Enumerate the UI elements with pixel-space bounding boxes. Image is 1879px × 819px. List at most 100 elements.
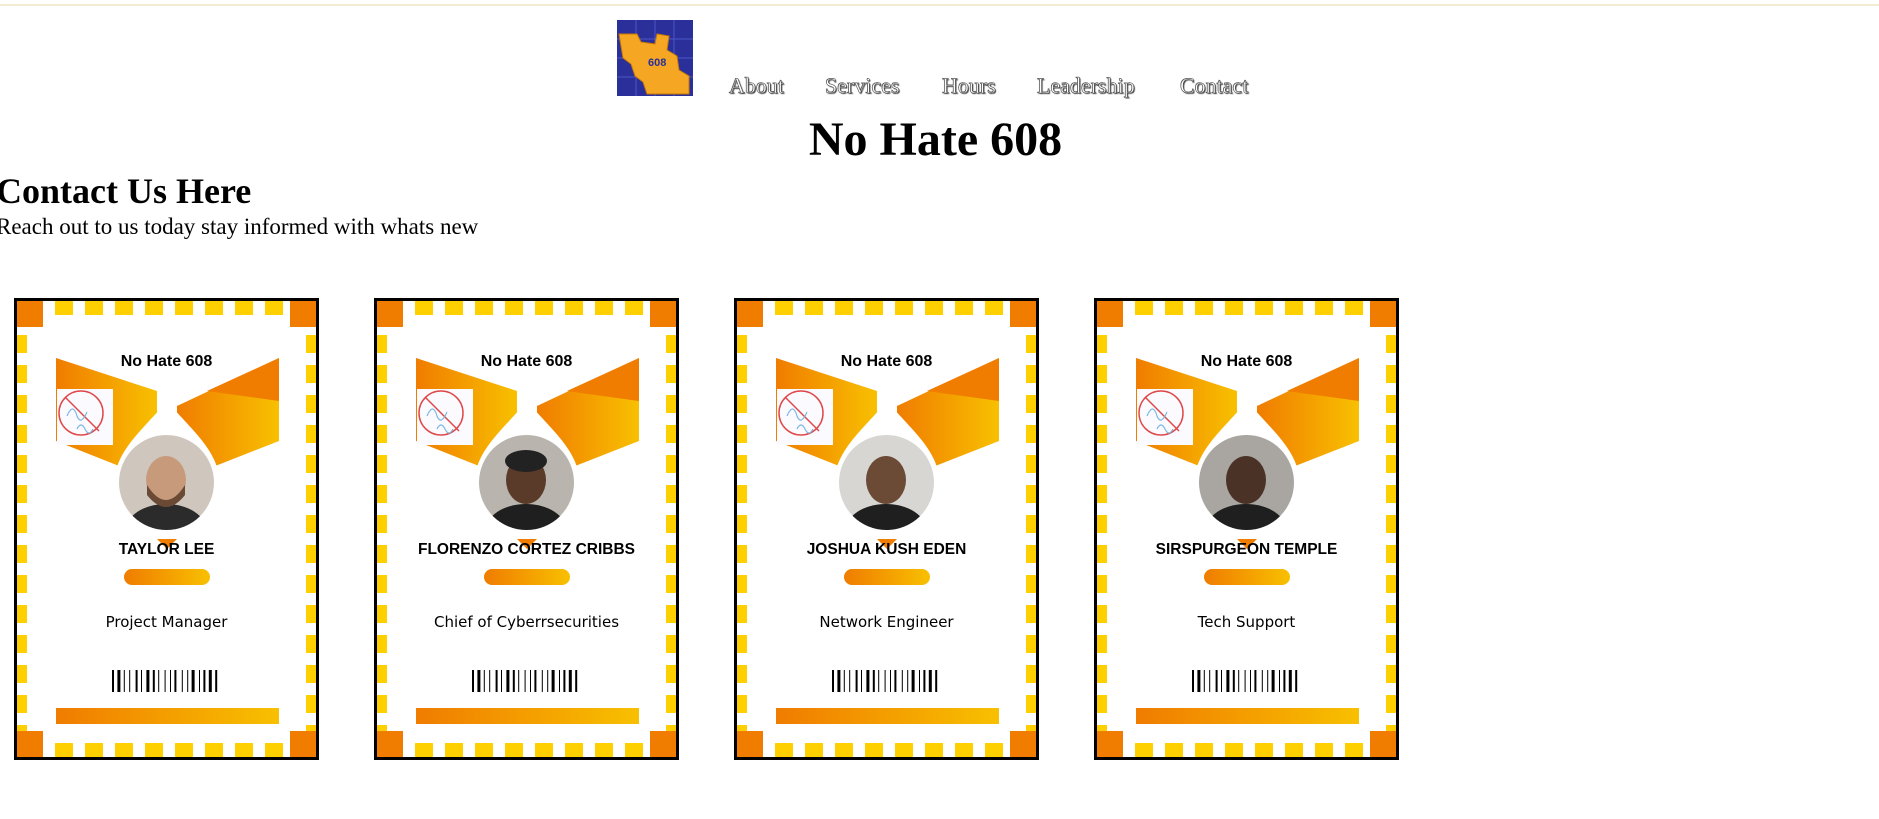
avatar-photo	[1199, 435, 1294, 530]
frame-dash	[475, 301, 493, 315]
frame-dash	[306, 635, 316, 653]
frame-dash	[1026, 695, 1036, 713]
badge-title: No Hate 608	[840, 353, 933, 370]
nav-about-link[interactable]: About	[729, 73, 785, 99]
avatar	[475, 431, 578, 534]
frame-dash	[666, 485, 676, 503]
frame-dash	[1386, 515, 1396, 533]
frame-dash	[205, 301, 223, 315]
frame-dash	[175, 301, 193, 315]
frame-dash	[1135, 301, 1153, 315]
contact-heading: Contact Us Here	[0, 171, 252, 211]
frame-dash	[306, 485, 316, 503]
bottom-bar	[56, 708, 279, 724]
frame-dash	[85, 301, 103, 315]
frame-dash	[55, 301, 73, 315]
frame-dash	[17, 695, 27, 713]
frame-dash	[1225, 301, 1243, 315]
frame-corner	[1010, 301, 1036, 327]
frame-dash	[415, 301, 433, 315]
frame-dash	[377, 665, 387, 683]
frame-dash	[595, 743, 613, 757]
frame-dash	[1026, 425, 1036, 443]
frame-dash	[1097, 635, 1107, 653]
frame-dash	[235, 301, 253, 315]
frame-dash	[925, 301, 943, 315]
frame-dash	[775, 301, 793, 315]
frame-dash	[306, 515, 316, 533]
logo-text: 608	[648, 57, 666, 69]
avatar-photo	[479, 435, 574, 530]
frame-dash	[737, 425, 747, 443]
frame-dash	[1386, 335, 1396, 353]
nav-contact-link[interactable]: Contact	[1180, 73, 1249, 99]
frame-dash	[1386, 485, 1396, 503]
frame-corner	[650, 301, 676, 327]
frame-corner	[737, 731, 763, 757]
frame-dash	[306, 695, 316, 713]
contact-subtext: Reach out to us today stay informed with…	[0, 214, 479, 239]
frame-dash	[306, 455, 316, 473]
name-underline-pill	[844, 569, 930, 585]
frame-dash	[1165, 743, 1183, 757]
frame-corner	[1370, 301, 1396, 327]
frame-dash	[55, 743, 73, 757]
frame-dash	[377, 395, 387, 413]
frame-corner	[1097, 301, 1123, 327]
frame-dash	[666, 665, 676, 683]
frame-dash	[737, 635, 747, 653]
site-logo[interactable]: 608	[617, 20, 693, 96]
staff-name: TAYLOR LEE	[118, 541, 215, 558]
avatar-photo	[839, 435, 934, 530]
frame-dash	[535, 301, 553, 315]
frame-dash	[835, 301, 853, 315]
frame-dash	[17, 575, 27, 593]
frame-dash	[205, 743, 223, 757]
frame-dash	[505, 301, 523, 315]
staff-name: JOSHUA KUSH EDEN	[806, 541, 967, 558]
frame-dash	[265, 743, 283, 757]
frame-dash	[1345, 743, 1363, 757]
frame-dash	[306, 395, 316, 413]
frame-dash	[17, 335, 27, 353]
frame-dash	[17, 515, 27, 533]
frame-dash	[1386, 665, 1396, 683]
frame-corner	[377, 301, 403, 327]
frame-dash	[1097, 485, 1107, 503]
staff-card: No Hate 608 SIRSPURGEON TEMPLE Tech Supp…	[1094, 298, 1399, 760]
frame-dash	[666, 515, 676, 533]
frame-dash	[1097, 335, 1107, 353]
frame-dash	[306, 425, 316, 443]
frame-dash	[1195, 743, 1213, 757]
frame-corner	[1010, 731, 1036, 757]
frame-dash	[835, 743, 853, 757]
frame-dash	[1225, 743, 1243, 757]
bottom-bar	[776, 708, 999, 724]
badge-title: No Hate 608	[480, 353, 573, 370]
nav-leadership-link[interactable]: Leadership	[1037, 73, 1135, 99]
nav-services-link[interactable]: Services	[825, 73, 900, 99]
frame-dash	[895, 743, 913, 757]
avatar	[1195, 431, 1298, 534]
frame-dash	[1026, 515, 1036, 533]
frame-dash	[895, 301, 913, 315]
frame-dash	[985, 743, 1003, 757]
frame-dash	[1386, 395, 1396, 413]
frame-dash	[1097, 455, 1107, 473]
frame-dash	[1026, 575, 1036, 593]
frame-dash	[1026, 635, 1036, 653]
frame-dash	[865, 301, 883, 315]
frame-dash	[175, 743, 193, 757]
nav-hours-link[interactable]: Hours	[942, 73, 996, 99]
bottom-bar	[416, 708, 639, 724]
frame-dash	[1026, 485, 1036, 503]
frame-dash	[775, 743, 793, 757]
frame-dash	[985, 301, 1003, 315]
frame-dash	[415, 743, 433, 757]
staff-card: No Hate 608 FLORENZO CORTEZ CRIBBS Chief…	[374, 298, 679, 760]
frame-dash	[666, 695, 676, 713]
frame-dash	[1315, 301, 1333, 315]
frame-dash	[377, 515, 387, 533]
staff-role: Network Engineer	[819, 613, 954, 631]
frame-dash	[445, 301, 463, 315]
